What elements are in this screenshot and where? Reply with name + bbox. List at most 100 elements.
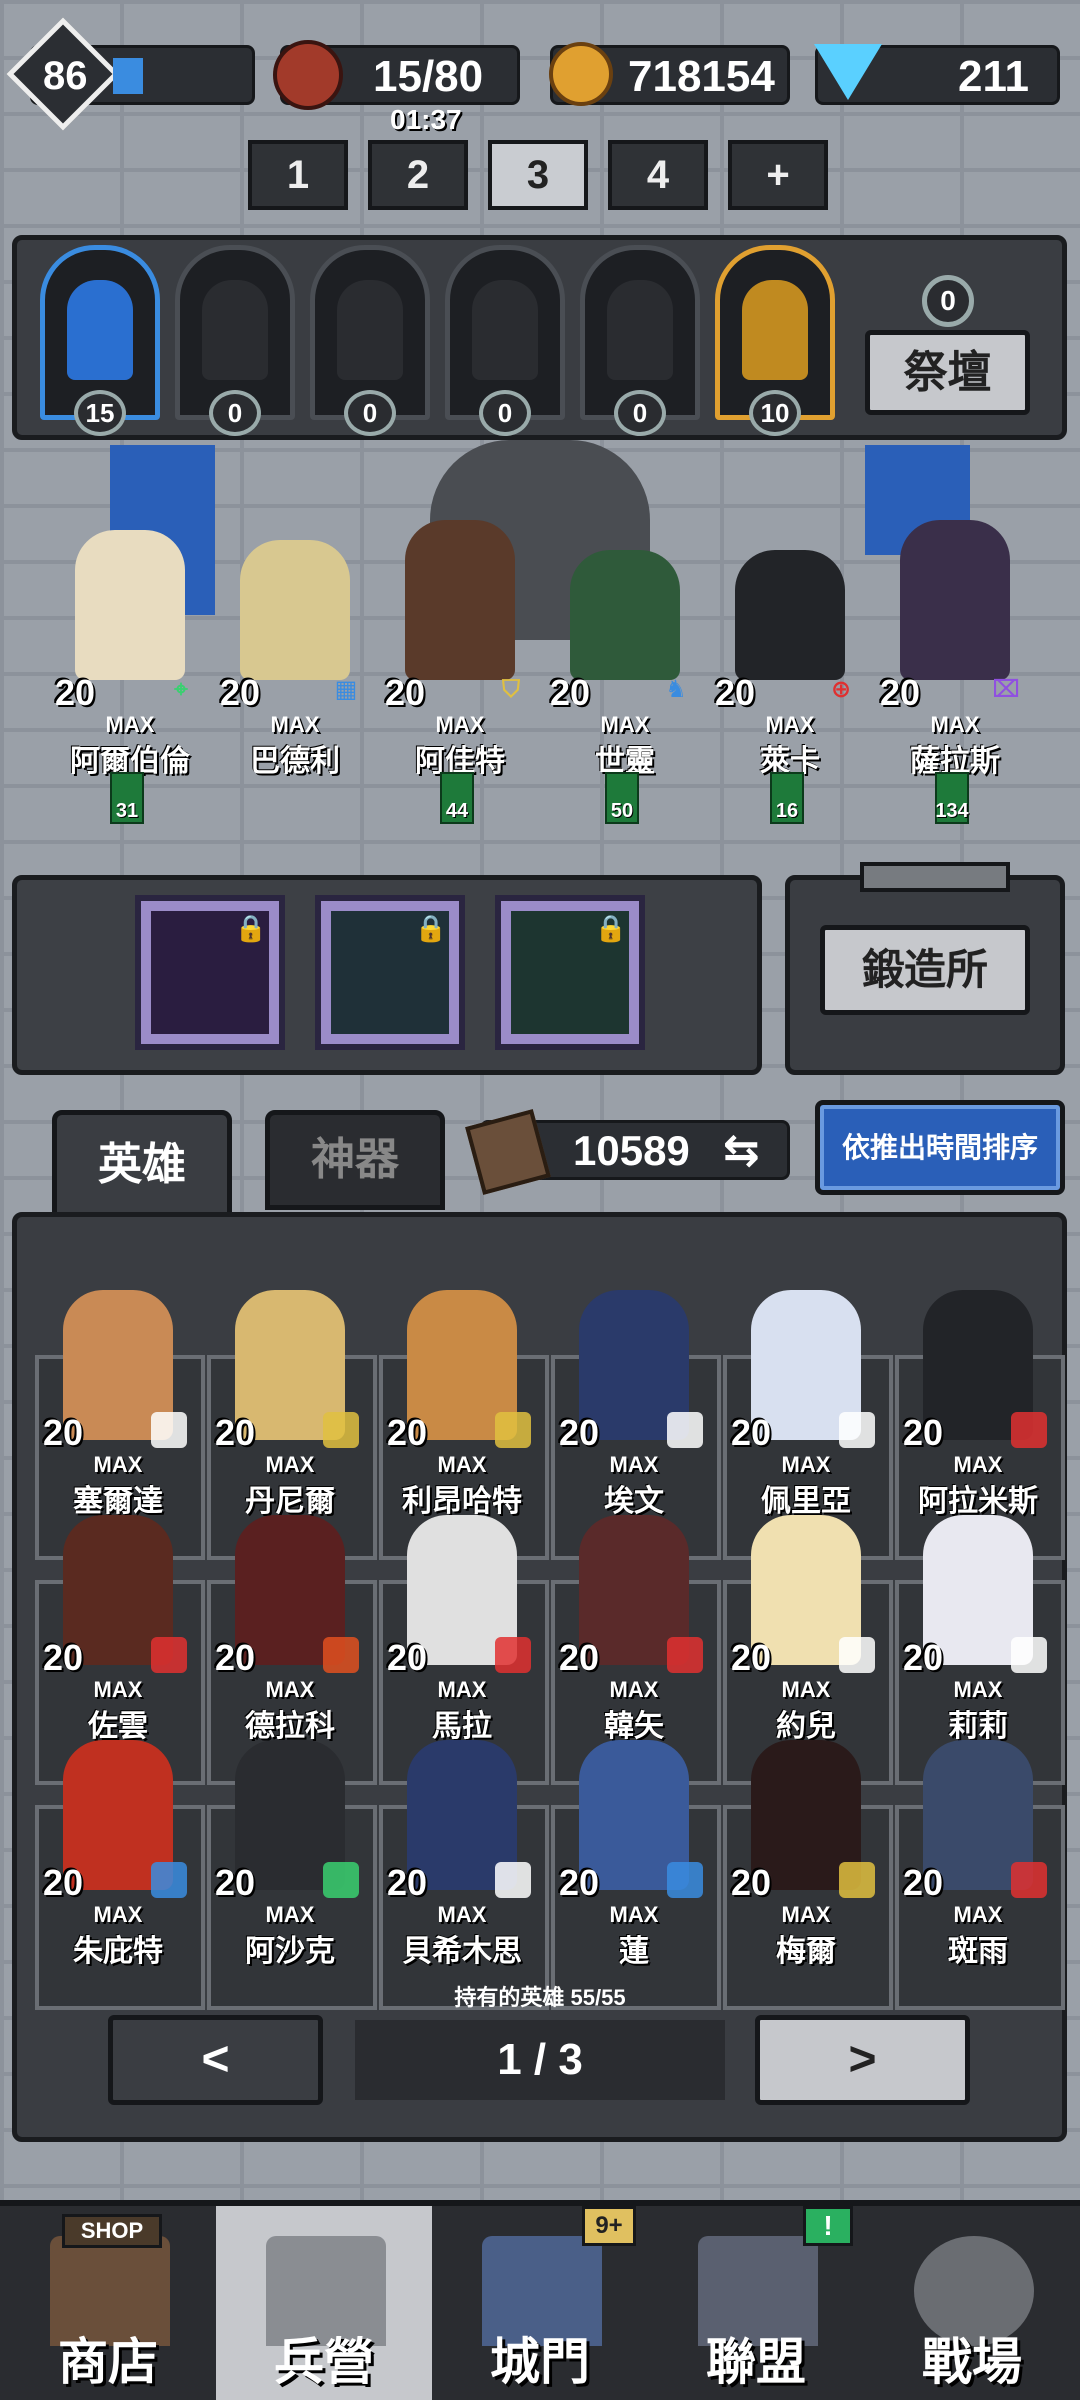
prev-page-button[interactable]: < — [108, 2015, 323, 2105]
alert-badge: ! — [803, 2206, 853, 2246]
meat-icon — [273, 40, 343, 110]
nav-barracks[interactable]: 兵營 — [216, 2200, 432, 2400]
hero-power-value: 50 — [610, 800, 634, 822]
hero-name: 佩里亞 — [761, 1485, 851, 1518]
hero-card[interactable]: 20 MAX 斑雨 — [903, 1740, 1053, 1968]
hero-card[interactable]: 20 MAX 約兒 — [731, 1515, 881, 1743]
artifact-slot-blade[interactable]: 🔒 — [495, 895, 645, 1050]
team-hero-6[interactable]: 20 ⌧ MAX 薩拉斯 — [880, 520, 1030, 778]
hero-portrait — [240, 540, 350, 680]
hero-level: 20 — [559, 1412, 600, 1453]
meat-bar[interactable]: 15/80 — [273, 40, 520, 110]
hero-card[interactable]: 20 MAX 阿拉米斯 — [903, 1290, 1053, 1518]
hero-power-value: 44 — [445, 800, 469, 822]
team-tab-1[interactable]: 1 — [248, 140, 348, 210]
hero-max-label: MAX — [437, 1902, 487, 1927]
meat-timer: 01:37 — [390, 104, 462, 135]
hero-name: 蓮 — [619, 1935, 649, 1968]
hero-card[interactable]: 20 MAX 蓮 — [559, 1740, 709, 1968]
hero-card[interactable]: 20 MAX 馬拉 — [387, 1515, 537, 1743]
nav-shop[interactable]: SHOP 商店 — [0, 2200, 216, 2400]
hero-name: 塞爾達 — [73, 1485, 163, 1518]
exp-bar-fill — [113, 58, 143, 94]
notification-badge: 9+ — [582, 2206, 636, 2246]
hero-class-icon — [667, 1412, 703, 1448]
hero-portrait — [735, 550, 845, 680]
hero-name: 利昂哈特 — [402, 1485, 522, 1518]
lock-icon: 🔒 — [414, 913, 447, 943]
team-tab-4[interactable]: 4 — [608, 140, 708, 210]
book-icon — [465, 1109, 551, 1195]
hero-level: 20 — [43, 1412, 84, 1453]
rune-icon: ⌧ — [992, 676, 1020, 703]
hero-card[interactable]: 20 MAX 佩里亞 — [731, 1290, 881, 1518]
next-page-button[interactable]: > — [755, 2015, 970, 2105]
hero-name: 梅爾 — [776, 1935, 836, 1968]
hero-card[interactable]: 20 MAX 阿沙克 — [215, 1740, 365, 1968]
team-tab-2[interactable]: 2 — [368, 140, 468, 210]
hero-name: 巴德利 — [250, 745, 340, 778]
hero-card[interactable]: 20 MAX 莉莉 — [903, 1515, 1053, 1743]
tab-heroes[interactable]: 英雄 — [52, 1110, 232, 1220]
hero-power-badge: 16 — [770, 772, 804, 824]
altar-slot-3-count: 0 — [344, 390, 396, 436]
hero-max-label: MAX — [953, 1902, 1003, 1927]
team-hero-5[interactable]: 20 ⊕ MAX 萊卡 — [715, 550, 865, 778]
team-hero-4[interactable]: 20 ♞ MAX 世靈 — [550, 550, 700, 778]
team-tab-3[interactable]: 3 — [488, 140, 588, 210]
hero-class-icon — [495, 1412, 531, 1448]
hero-card[interactable]: 20 MAX 貝希木思 — [387, 1740, 537, 1968]
team-tab-add[interactable]: + — [728, 140, 828, 210]
nav-alliance[interactable]: ! 聯盟 — [648, 2200, 864, 2400]
hero-power-badge: 31 — [110, 772, 144, 824]
forge-button[interactable]: 鍛造所 — [820, 925, 1030, 1015]
hero-level: 20 — [387, 1412, 428, 1453]
hero-class-icon — [323, 1862, 359, 1898]
hero-max-label: MAX — [953, 1677, 1003, 1702]
sort-button[interactable]: 依推出時間排序 — [815, 1100, 1065, 1195]
level-bar[interactable]: 86 — [6, 17, 255, 131]
hero-max-label: MAX — [435, 712, 485, 737]
hero-card[interactable]: 20 MAX 梅爾 — [731, 1740, 881, 1968]
hero-card[interactable]: 20 MAX 佐雲 — [43, 1515, 193, 1743]
artifact-slot-helmet[interactable]: 🔒 — [135, 895, 285, 1050]
hero-max-label: MAX — [93, 1902, 143, 1927]
hero-level: 20 — [880, 672, 921, 713]
tab-artifacts[interactable]: 神器 — [265, 1110, 445, 1210]
hero-name: 莉莉 — [948, 1710, 1008, 1743]
hero-portrait — [900, 520, 1010, 680]
gem-bar[interactable]: 211 — [814, 44, 1060, 105]
altar-button[interactable]: 祭壇 — [865, 330, 1030, 415]
nav-battlefield[interactable]: 戰場 — [864, 2200, 1080, 2400]
hero-card[interactable]: 20 MAX 朱庇特 — [43, 1740, 193, 1968]
hero-class-icon — [151, 1412, 187, 1448]
hero-card[interactable]: 20 MAX 塞爾達 — [43, 1290, 193, 1518]
hero-max-label: MAX — [437, 1452, 487, 1477]
hero-name: 約兒 — [776, 1710, 836, 1743]
hero-max-label: MAX — [270, 712, 320, 737]
hero-name: 馬拉 — [432, 1710, 492, 1743]
gem-count: 211 — [958, 52, 1029, 101]
hero-class-icon — [839, 1637, 875, 1673]
hero-card[interactable]: 20 MAX 利昂哈特 — [387, 1290, 537, 1518]
swap-icon[interactable]: ⇆ — [723, 1125, 760, 1176]
artifact-slot-staff[interactable]: 🔒 — [315, 895, 465, 1050]
hero-level: 20 — [215, 1412, 256, 1453]
hero-card[interactable]: 20 MAX 德拉科 — [215, 1515, 365, 1743]
hero-level: 20 — [559, 1862, 600, 1903]
team-hero-3[interactable]: 20 ⛉ MAX 阿佳特 — [385, 520, 535, 778]
hero-card[interactable]: 20 MAX 韓矢 — [559, 1515, 709, 1743]
hero-max-label: MAX — [105, 712, 155, 737]
team-hero-1[interactable]: 20 ⌖ MAX 阿爾伯倫 — [55, 530, 205, 778]
hero-card[interactable]: 20 MAX 埃文 — [559, 1290, 709, 1518]
crosshair-icon: ⊕ — [830, 676, 852, 703]
gold-bar[interactable]: 718154 — [549, 42, 790, 106]
hero-class-icon — [667, 1862, 703, 1898]
hero-card[interactable]: 20 MAX 丹尼爾 — [215, 1290, 365, 1518]
nav-gate[interactable]: 9+ 城門 — [432, 2200, 648, 2400]
hero-power-value: 16 — [775, 800, 799, 822]
hero-max-label: MAX — [437, 1677, 487, 1702]
gold-count: 718154 — [628, 52, 775, 101]
hero-class-icon — [323, 1412, 359, 1448]
team-hero-2[interactable]: 20 ▦ MAX 巴德利 — [220, 540, 370, 778]
